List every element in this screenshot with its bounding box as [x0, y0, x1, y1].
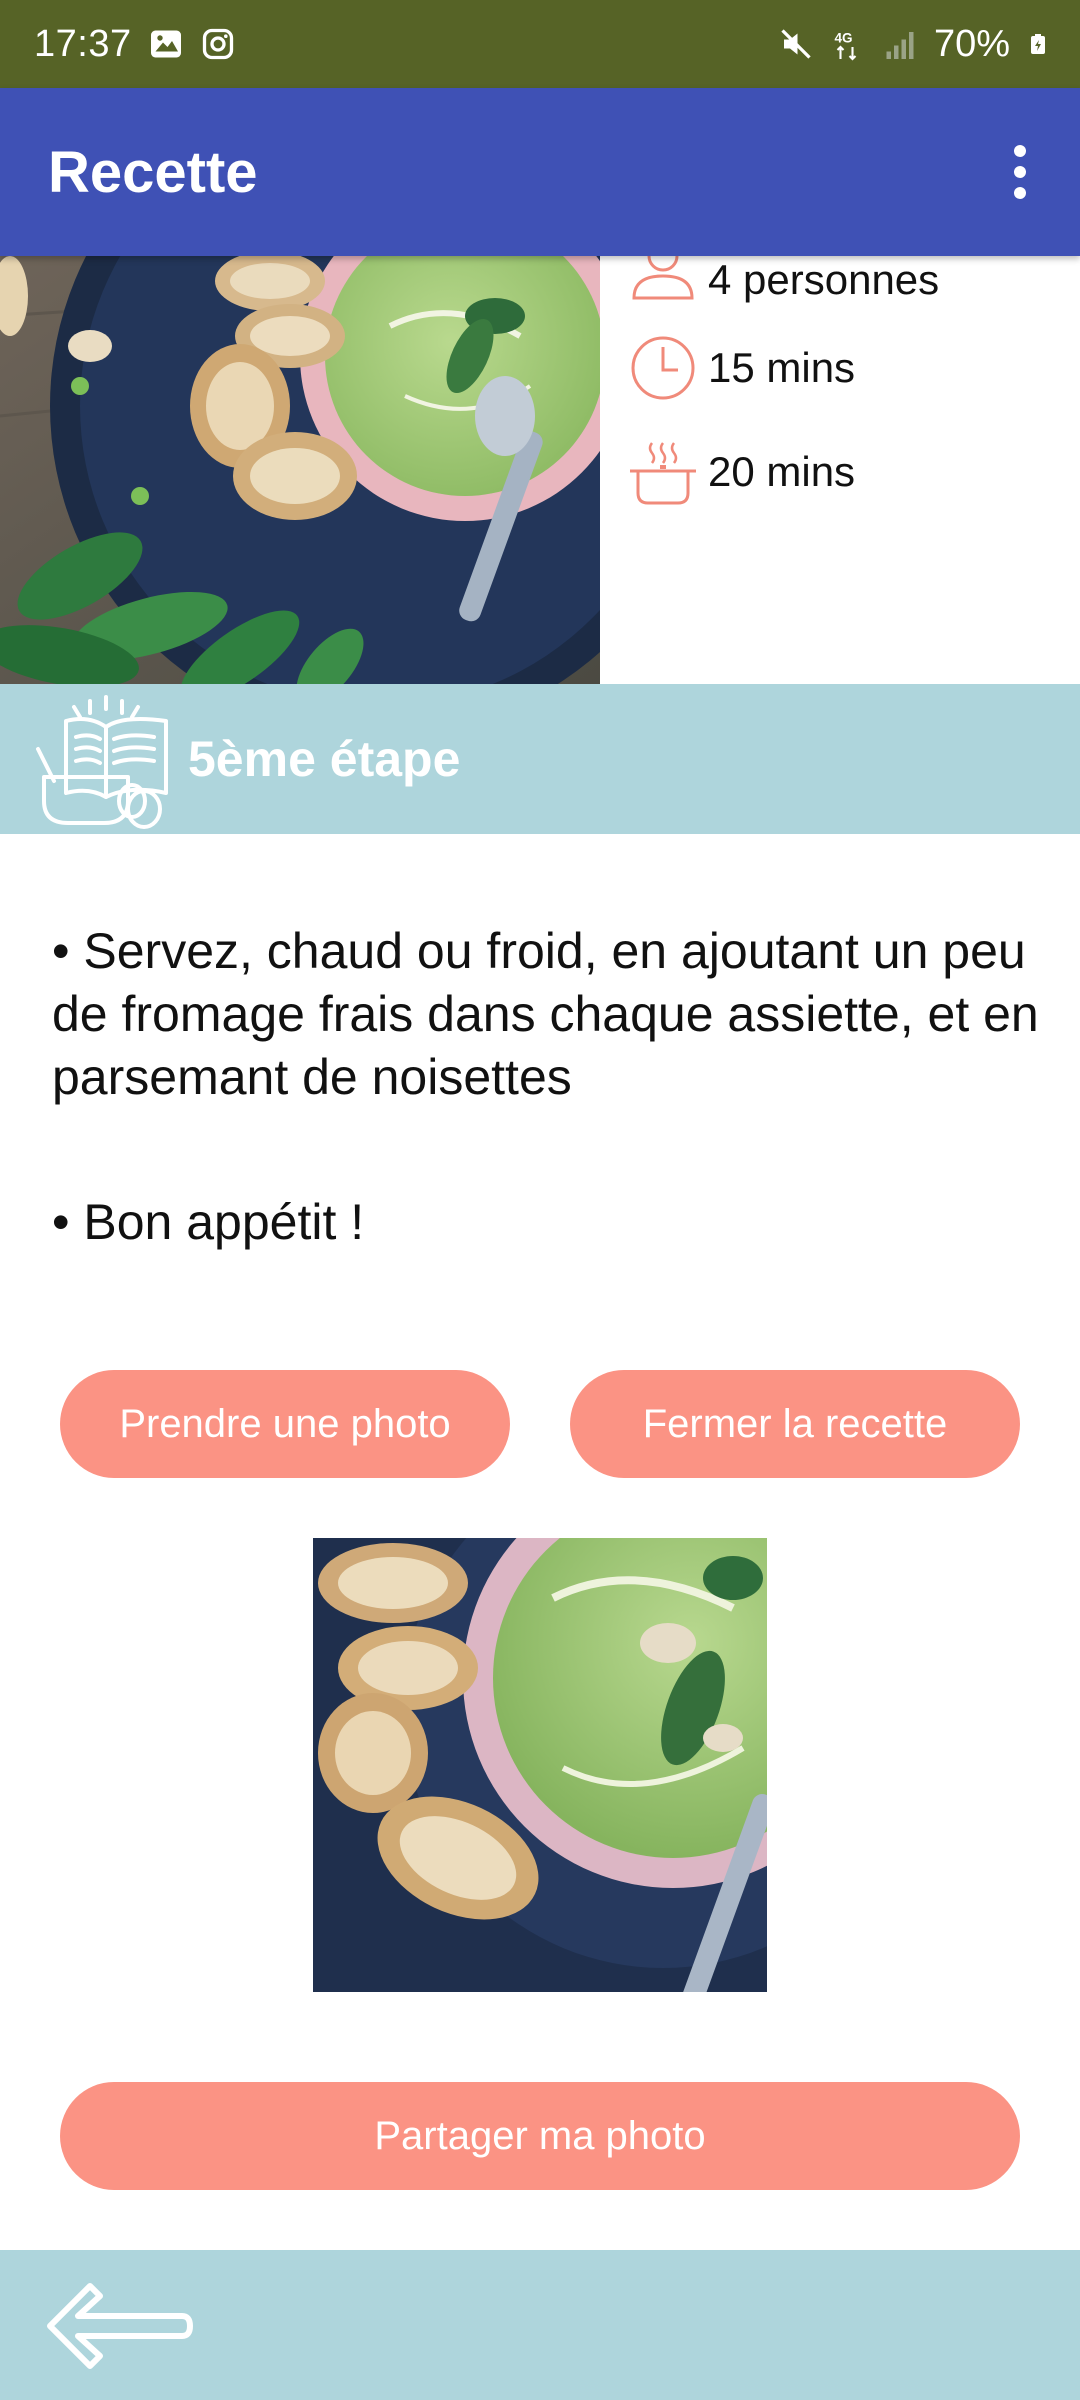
instagram-icon: [202, 28, 233, 60]
pea-soup-with-bread-photo: [0, 256, 600, 684]
cookbook-icon: [36, 695, 168, 829]
share-photo-button[interactable]: Partager ma photo: [60, 2082, 1020, 2190]
step-content: • Servez, chaud ou froid, en ajoutant un…: [52, 920, 1042, 1254]
servings-value: 4 personnes: [708, 256, 940, 303]
servings-row: 4 personnes: [628, 242, 1068, 316]
gallery-icon: [150, 30, 181, 58]
recipe-info: 4 personnes 15 mins 20 mins: [628, 242, 1068, 524]
recipe-header: 4 personnes 15 mins 20 mins: [0, 242, 1080, 684]
cooking-pot-icon: [630, 442, 696, 505]
arrow-left-icon[interactable]: [44, 2280, 194, 2372]
app-bar: Recette: [0, 88, 1080, 256]
status-bar: 17:37 4G 70%: [0, 0, 1080, 88]
battery-icon: [1031, 34, 1045, 54]
cook-time-value: 20 mins: [708, 448, 856, 495]
step-title: 5ème étape: [188, 731, 461, 787]
step-instruction: • Bon appétit !: [52, 1194, 365, 1250]
take-photo-button[interactable]: Prendre une photo: [60, 1370, 510, 1478]
clock-icon: [631, 336, 695, 400]
mute-icon: [781, 29, 811, 59]
status-left: 17:37: [34, 23, 236, 66]
status-right: 4G 70%: [778, 23, 1050, 66]
page-title: Recette: [48, 139, 258, 205]
status-time: 17:37: [34, 22, 132, 65]
captured-photo: [313, 1538, 767, 1992]
screen: 17:37 4G 70% Recette 4 personnes 15 mins…: [0, 0, 1080, 2400]
close-recipe-button[interactable]: Fermer la recette: [570, 1370, 1020, 1478]
step-banner: 5ème étape: [0, 684, 1080, 834]
battery-percent: 70%: [933, 22, 1010, 65]
prep-time-row: 15 mins: [628, 316, 1068, 420]
network-4g-icon: 4G: [834, 31, 857, 61]
cook-time-row: 20 mins: [628, 420, 1068, 524]
bottom-bar: [0, 2250, 1080, 2400]
svg-text:4G: 4G: [834, 31, 852, 46]
prep-time-value: 15 mins: [708, 344, 856, 391]
more-vert-icon[interactable]: [990, 132, 1050, 212]
step-instruction: • Servez, chaud ou froid, en ajoutant un…: [52, 923, 1039, 1105]
signal-icon: [886, 32, 914, 59]
